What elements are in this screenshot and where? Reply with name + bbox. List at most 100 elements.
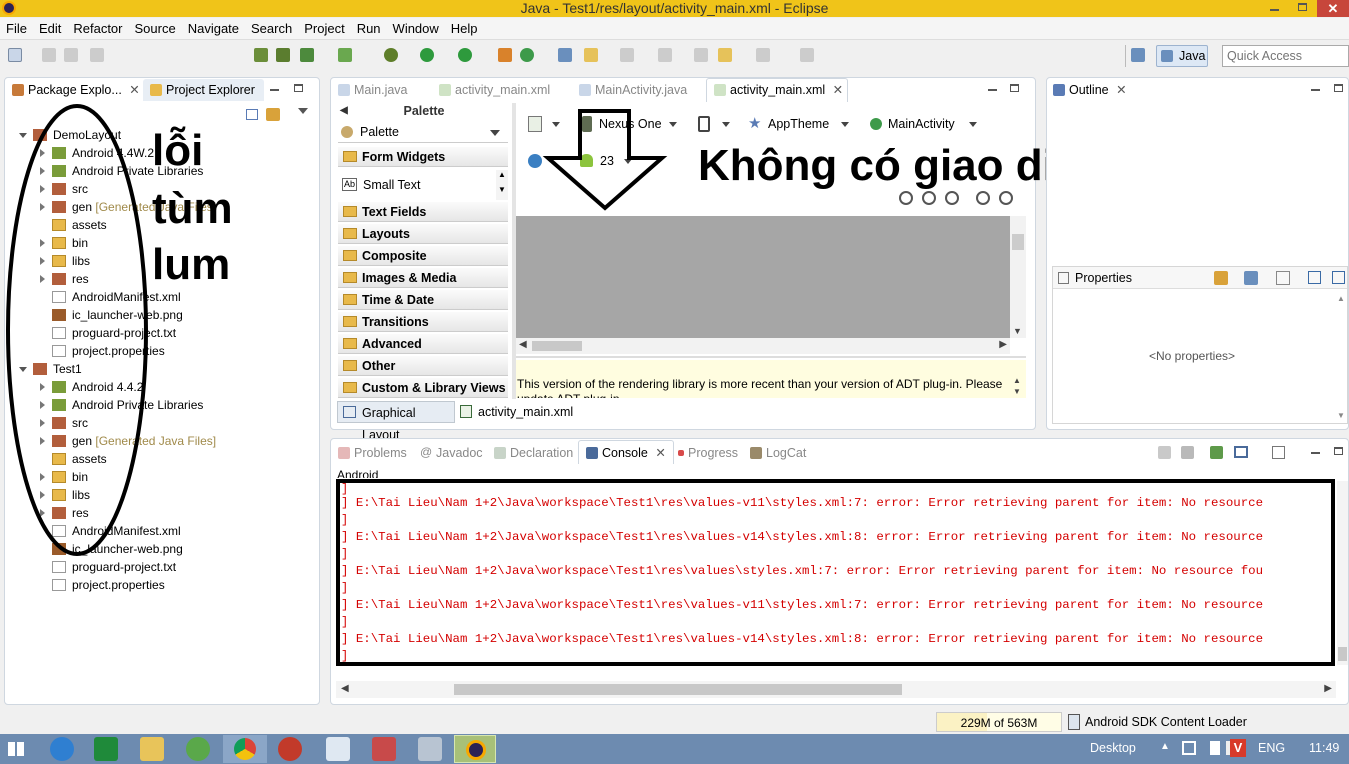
canvas-splitter[interactable] [516, 356, 1026, 358]
minimize-view-icon[interactable] [270, 89, 279, 91]
internet-explorer-icon[interactable] [50, 737, 74, 761]
print-icon[interactable] [90, 48, 104, 62]
app-icon[interactable] [326, 737, 350, 761]
palette-group-time-date[interactable]: Time & Date [338, 290, 508, 310]
menu-edit[interactable]: Edit [33, 18, 67, 40]
palette-group-transitions[interactable]: Transitions [338, 312, 508, 332]
prev-annotation-icon[interactable] [658, 48, 672, 62]
avd-manager-icon[interactable] [276, 48, 290, 62]
console-vertical-scrollbar[interactable] [1337, 481, 1348, 665]
perspective-java-button[interactable]: Java [1156, 45, 1208, 67]
clock[interactable]: 11:49 [1309, 741, 1339, 755]
maximize-console-icon[interactable] [1334, 447, 1343, 455]
media-player-icon[interactable] [278, 737, 302, 761]
clear-console-icon[interactable] [1158, 446, 1171, 459]
properties-scrollbar[interactable]: ▲ ▼ [1334, 292, 1347, 422]
restore-button[interactable] [1290, 0, 1316, 17]
menu-refactor[interactable]: Refactor [67, 18, 128, 40]
collapse-all-icon[interactable] [246, 109, 258, 120]
canvas-vertical-scrollbar[interactable]: ▼ [1010, 216, 1026, 338]
language-indicator[interactable]: ENG [1258, 741, 1285, 755]
palette-group-layouts[interactable]: Layouts [338, 224, 508, 244]
start-icon[interactable] [8, 742, 24, 756]
menu-run[interactable]: Run [351, 18, 387, 40]
open-console-icon[interactable] [1272, 446, 1285, 459]
advanced-properties-icon[interactable] [1276, 271, 1290, 285]
minimize-console-icon[interactable] [1311, 452, 1320, 454]
palette-group-composite[interactable]: Composite [338, 246, 508, 266]
palette-group-text-fields[interactable]: Text Fields [338, 202, 508, 222]
palette-group-other[interactable]: Other [338, 356, 508, 376]
open-perspective-icon[interactable] [1131, 48, 1145, 62]
tab-logcat[interactable]: LogCat [748, 442, 806, 464]
quick-access-input[interactable] [1222, 45, 1349, 67]
eclipse-taskbar-item[interactable] [454, 735, 496, 763]
layout-canvas[interactable] [516, 216, 1010, 338]
canvas-horizontal-scrollbar[interactable]: ◀ ▶ [516, 338, 1010, 354]
trash-gc-icon[interactable] [1068, 714, 1080, 730]
palette-group-images-media[interactable]: Images & Media [338, 268, 508, 288]
new-class-icon[interactable] [498, 48, 512, 62]
minimize-editor-icon[interactable] [988, 89, 997, 91]
activity-selector[interactable]: MainActivity [868, 114, 980, 134]
maximize-editor-icon[interactable] [1010, 84, 1019, 92]
open-type-icon[interactable] [558, 48, 572, 62]
warning-scrollbar[interactable]: ▲ ▼ [1010, 376, 1024, 398]
save-all-icon[interactable] [64, 48, 78, 62]
debug-icon[interactable] [384, 48, 398, 62]
network-icon[interactable] [1182, 741, 1196, 755]
wifi-icon[interactable] [1210, 741, 1220, 755]
save-icon[interactable] [42, 48, 56, 62]
app-icon[interactable] [372, 737, 396, 761]
close-tab-icon[interactable]: ✕ [833, 83, 843, 97]
tab-xml-source[interactable]: activity_main.xml [456, 401, 574, 423]
tab-javadoc[interactable]: @ Javadoc [418, 442, 483, 464]
pin-console-icon[interactable] [1210, 446, 1223, 459]
back-icon[interactable] [718, 48, 732, 62]
app-icon[interactable] [186, 737, 210, 761]
pin-editor-icon[interactable] [800, 48, 814, 62]
file-explorer-icon[interactable] [140, 737, 164, 761]
menu-project[interactable]: Project [298, 18, 350, 40]
zoom-fit-icon[interactable] [899, 191, 913, 205]
console-horizontal-scrollbar[interactable]: ◀ ▶ [336, 681, 1336, 698]
search-icon[interactable] [584, 48, 598, 62]
excel-icon[interactable] [94, 737, 118, 761]
maximize-outline-icon[interactable] [1334, 84, 1343, 92]
tab-progress[interactable]: Progress [676, 442, 738, 464]
external-tools-icon[interactable] [458, 48, 472, 62]
tab-declaration[interactable]: Declaration [492, 442, 573, 464]
menu-file[interactable]: File [0, 18, 33, 40]
palette-item-small-text[interactable]: Ab Small Text [338, 172, 496, 198]
expand-all-icon[interactable] [1308, 271, 1321, 284]
palette-group-advanced[interactable]: Advanced [338, 334, 508, 354]
close-tab-icon[interactable]: ✕ [655, 446, 665, 460]
zoom-in-icon[interactable] [999, 191, 1013, 205]
last-edit-icon[interactable] [694, 48, 708, 62]
chevron-down-icon[interactable] [722, 122, 730, 127]
antivirus-icon[interactable]: V [1230, 739, 1246, 757]
tab-activity-main-xml-active[interactable]: activity_main.xml ✕ [712, 79, 843, 101]
palette-dropdown[interactable]: Palette [338, 121, 508, 143]
new-android-project-icon[interactable] [338, 48, 352, 62]
minimize-outline-icon[interactable] [1311, 89, 1320, 91]
maximize-view-icon[interactable] [294, 84, 303, 92]
menu-source[interactable]: Source [129, 18, 182, 40]
menu-help[interactable]: Help [445, 18, 484, 40]
heap-status[interactable]: 229M of 563M [936, 712, 1062, 732]
tab-project-explorer[interactable]: Project Explorer [148, 79, 255, 101]
display-console-icon[interactable] [1234, 446, 1248, 458]
palette-group-form-widgets[interactable]: Form Widgets [338, 147, 508, 167]
palette-group-custom-library-views[interactable]: Custom & Library Views [338, 378, 508, 398]
tab-mainactivity-java[interactable]: MainActivity.java [577, 79, 687, 101]
lint-icon[interactable] [300, 48, 314, 62]
chrome-taskbar-item[interactable] [223, 735, 267, 763]
properties-filter-icon[interactable] [1214, 271, 1228, 285]
tab-console[interactable]: Console ✕ [584, 442, 666, 464]
app-icon[interactable] [418, 737, 442, 761]
zoom-100-icon[interactable] [945, 191, 959, 205]
tree-item[interactable]: project.properties [52, 576, 165, 594]
forward-icon[interactable] [756, 48, 770, 62]
view-menu-icon[interactable] [298, 108, 308, 114]
next-annotation-icon[interactable] [620, 48, 634, 62]
